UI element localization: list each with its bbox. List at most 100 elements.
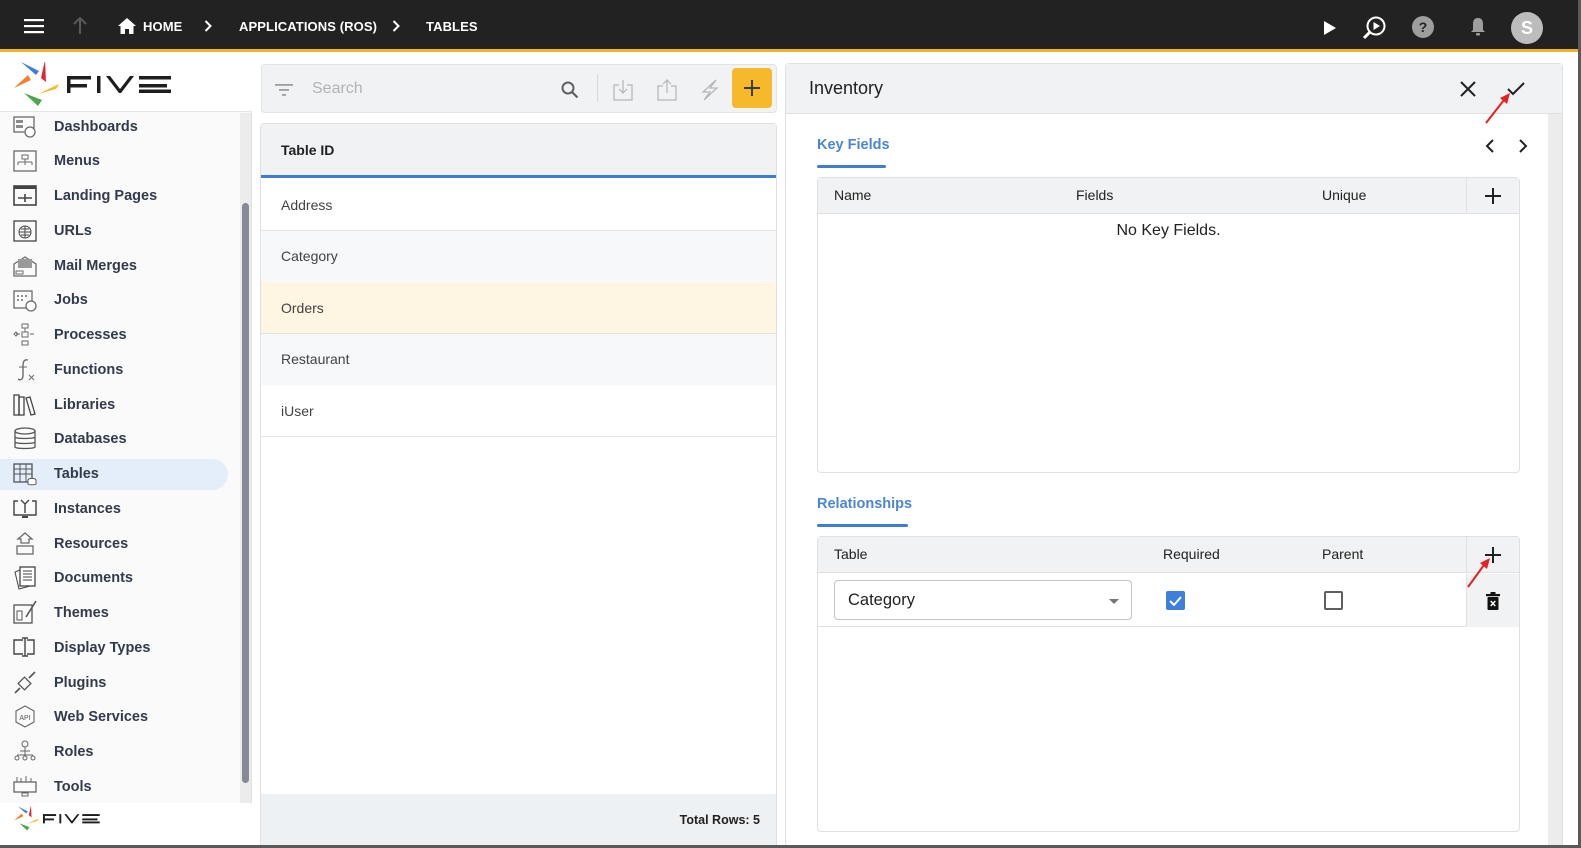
sidebar-item-tools[interactable]: Tools — [0, 771, 228, 802]
column-label-table-id: Table ID — [281, 142, 335, 158]
column-table: Table — [834, 546, 868, 562]
breadcrumb-tables[interactable]: TABLES — [426, 0, 478, 52]
parent-checkbox[interactable] — [1324, 591, 1343, 610]
sidebar-item-label: Web Services — [54, 709, 149, 726]
next-record-button[interactable] — [1508, 131, 1538, 161]
upload-icon[interactable] — [651, 74, 683, 106]
total-rows-label: Total Rows: 5 — [679, 813, 760, 827]
table-row[interactable]: Restaurant — [261, 333, 776, 386]
detail-title: Inventory — [809, 78, 884, 98]
sidebar-item-dashboards[interactable]: Dashboards — [0, 113, 228, 142]
sidebar-item-label: Functions — [54, 361, 124, 378]
breadcrumb-separator — [392, 0, 400, 52]
sidebar-scrollbar-thumb[interactable] — [242, 203, 249, 783]
sidebar-nav: Dashboards Menus Landing Pages URLs Mail Mer… — [0, 113, 238, 803]
sidebar-item-urls[interactable]: URLs — [0, 215, 228, 246]
bell-icon[interactable] — [1467, 16, 1489, 38]
app-window: HOME APPLICATIONS (ROS) TABLES ? S Dashb… — [0, 0, 1581, 848]
sidebar-item-label: Plugins — [54, 674, 107, 691]
table-row[interactable]: Category — [261, 230, 776, 283]
sidebar-item-roles[interactable]: Roles — [0, 737, 228, 768]
tools-icon — [12, 774, 38, 800]
breadcrumb-applications[interactable]: APPLICATIONS (ROS) — [239, 0, 377, 52]
list-footer: Total Rows: 5 — [261, 794, 776, 845]
documents-icon — [12, 565, 38, 591]
sidebar-item-label: Menus — [54, 153, 100, 170]
hamburger-menu-icon[interactable] — [22, 14, 46, 38]
delete-relationship-button[interactable] — [1466, 574, 1519, 627]
sidebar-item-documents[interactable]: Documents — [0, 563, 228, 594]
sidebar-item-display-types[interactable]: Display Types — [0, 632, 228, 663]
close-button[interactable] — [1453, 74, 1483, 104]
table-row-label: Address — [281, 196, 333, 213]
filter-icon[interactable] — [268, 74, 300, 106]
previous-record-button[interactable] — [1475, 131, 1505, 161]
table-list: Table ID Address Category Orders Restaurant… — [260, 123, 777, 845]
required-checkbox[interactable] — [1166, 591, 1185, 610]
save-button[interactable] — [1501, 74, 1531, 104]
table-row[interactable]: Address — [261, 179, 776, 231]
sidebar-item-landing-pages[interactable]: Landing Pages — [0, 181, 228, 212]
play-icon[interactable] — [1320, 18, 1340, 38]
download-icon[interactable] — [607, 74, 639, 106]
database-icon — [12, 426, 38, 452]
sidebar-item-label: Documents — [54, 570, 133, 587]
svg-text:?: ? — [1419, 19, 1428, 35]
sidebar-item-plugins[interactable]: Plugins — [0, 667, 228, 698]
roles-icon — [12, 739, 38, 765]
add-relationship-button[interactable] — [1466, 537, 1519, 573]
table-row[interactable]: iUser — [261, 385, 776, 438]
tab-key-fields[interactable]: Key Fields — [817, 137, 890, 153]
five-logo-icon — [14, 806, 100, 831]
toolbar-divider — [597, 74, 598, 102]
sidebar-item-jobs[interactable]: Jobs — [0, 285, 228, 316]
books-icon — [12, 392, 38, 418]
relationship-table-select[interactable]: Category — [834, 580, 1132, 620]
column-name: Name — [834, 187, 872, 203]
menu-tree-icon — [12, 148, 38, 174]
column-parent: Parent — [1322, 546, 1364, 562]
home-icon[interactable] — [117, 17, 137, 35]
sidebar-item-resources[interactable]: Resources — [0, 528, 228, 559]
search-input[interactable] — [312, 77, 542, 101]
sidebar-item-tables[interactable]: Tables — [0, 458, 228, 490]
tab-indicator — [817, 165, 886, 168]
add-key-field-button[interactable] — [1466, 178, 1519, 214]
key-fields-header: Name Fields Unique — [818, 178, 1519, 214]
sidebar-item-themes[interactable]: Themes — [0, 598, 228, 629]
table-row-label: Category — [281, 248, 338, 265]
five-logo-icon — [14, 62, 171, 106]
sidebar-item-label: Processes — [54, 327, 127, 343]
search-icon[interactable] — [554, 74, 586, 106]
sidebar-item-label: Tables — [54, 466, 99, 482]
sidebar-item-databases[interactable]: Databases — [0, 424, 228, 455]
sidebar-item-processes[interactable]: Processes — [0, 320, 228, 351]
sidebar-item-instances[interactable]: Instances — [0, 493, 228, 524]
plus-icon — [744, 80, 760, 96]
breadcrumb-home[interactable]: HOME — [143, 0, 182, 52]
lightning-icon[interactable] — [694, 74, 726, 106]
top-bar: HOME APPLICATIONS (ROS) TABLES ? S — [0, 0, 1578, 52]
sidebar-item-label: Mail Merges — [54, 257, 137, 274]
sidebar-item-label: Jobs — [54, 292, 88, 309]
sidebar-item-functions[interactable]: Functions — [0, 354, 228, 385]
detail-scrollbar-track[interactable] — [1548, 114, 1562, 845]
table-icon — [12, 461, 38, 487]
list-column-header[interactable]: Table ID — [261, 124, 776, 178]
sidebar-item-label: Dashboards — [54, 118, 138, 135]
sidebar-item-label: Themes — [54, 605, 109, 621]
sidebar-item-web-services[interactable]: API Web Services — [0, 702, 228, 733]
table-row[interactable]: Orders — [261, 282, 776, 335]
sidebar-item-mail-merges[interactable]: Mail Merges — [0, 250, 228, 281]
user-avatar[interactable]: S — [1511, 12, 1543, 44]
search-play-icon[interactable] — [1360, 14, 1388, 42]
tab-relationships[interactable]: Relationships — [817, 496, 912, 512]
help-circle-icon[interactable]: ? — [1411, 15, 1435, 39]
relationships-header: Table Required Parent — [818, 537, 1519, 573]
sidebar-item-libraries[interactable]: Libraries — [0, 389, 228, 420]
add-record-button[interactable] — [732, 68, 772, 108]
bottom-logo-area — [0, 803, 252, 845]
sidebar-item-menus[interactable]: Menus — [0, 146, 228, 177]
chevron-right-icon — [1519, 139, 1528, 153]
arrow-up-icon[interactable] — [70, 16, 90, 36]
